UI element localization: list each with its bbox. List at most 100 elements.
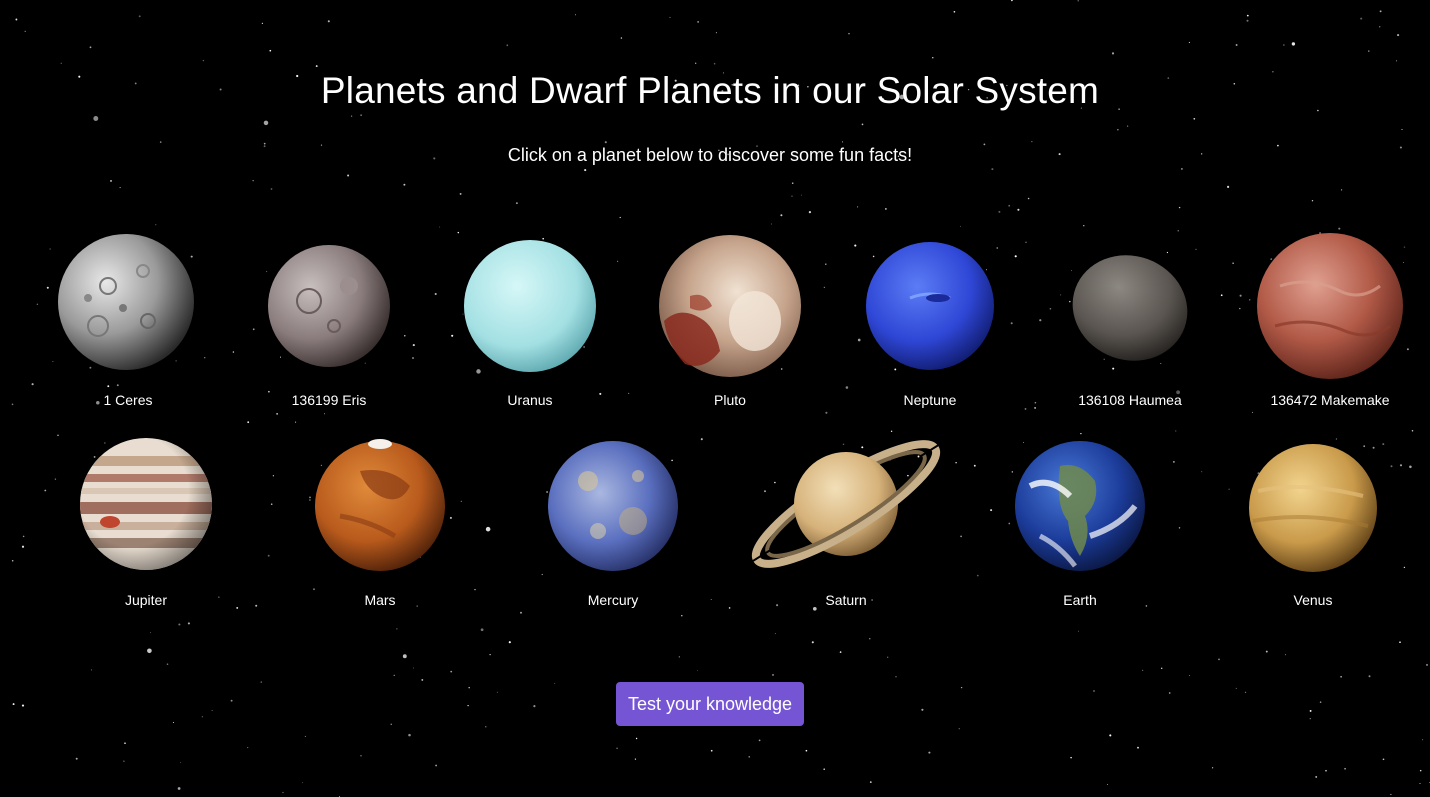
star <box>1025 241 1027 244</box>
star <box>1227 185 1230 188</box>
neptune-image <box>850 226 1010 386</box>
star <box>800 194 803 196</box>
planet-label: Mars <box>364 592 396 608</box>
star <box>697 21 699 23</box>
page-subtitle: Click on a planet below to discover some… <box>507 145 913 165</box>
star <box>460 500 462 502</box>
star <box>1077 0 1079 2</box>
star <box>11 403 14 406</box>
star <box>1008 204 1011 207</box>
star <box>402 654 407 659</box>
star <box>728 607 731 609</box>
star <box>36 303 39 306</box>
star <box>1401 128 1403 131</box>
star <box>841 141 844 143</box>
star <box>895 676 897 678</box>
star <box>468 686 470 689</box>
star <box>413 667 414 669</box>
star <box>60 62 62 64</box>
star <box>791 182 794 184</box>
star <box>584 169 587 172</box>
star <box>1368 675 1371 678</box>
star <box>31 383 34 386</box>
star <box>1252 411 1254 413</box>
star <box>811 641 814 644</box>
star <box>825 263 827 265</box>
star <box>1244 691 1247 694</box>
star <box>960 686 963 689</box>
star <box>450 670 453 673</box>
makemake-image <box>1250 226 1410 386</box>
star <box>489 653 491 656</box>
star <box>1228 488 1230 490</box>
star <box>932 57 934 59</box>
star <box>515 202 518 205</box>
star <box>211 710 213 712</box>
star <box>187 622 190 625</box>
star <box>435 764 437 767</box>
star <box>350 115 353 117</box>
star <box>748 756 750 758</box>
star <box>247 421 250 424</box>
page: Planets and Dwarf Planets in our Solar S… <box>0 0 1430 797</box>
star <box>295 421 297 423</box>
star <box>805 749 808 752</box>
star <box>1180 167 1183 170</box>
star <box>54 478 57 480</box>
star <box>770 223 772 225</box>
star <box>887 656 889 658</box>
star <box>869 638 871 640</box>
star <box>1027 197 1030 200</box>
star <box>1285 654 1287 656</box>
star <box>1239 307 1241 310</box>
star <box>396 628 398 630</box>
star <box>180 762 182 764</box>
star <box>282 791 284 794</box>
star <box>1399 641 1401 644</box>
star <box>230 699 233 702</box>
star <box>252 180 254 182</box>
star <box>678 656 680 658</box>
star <box>839 651 842 653</box>
star <box>1031 141 1033 143</box>
star <box>21 545 25 548</box>
star <box>823 286 826 289</box>
star <box>1319 701 1322 703</box>
star <box>75 757 78 760</box>
star <box>412 344 415 347</box>
star <box>604 141 607 144</box>
star <box>973 464 976 467</box>
star <box>57 434 59 436</box>
star <box>991 168 994 171</box>
star <box>110 179 112 182</box>
star <box>201 716 203 718</box>
saturn-image <box>751 426 941 586</box>
pluto-image <box>650 226 810 386</box>
star <box>1117 129 1119 131</box>
star <box>1368 50 1370 52</box>
star <box>1235 687 1237 689</box>
mars-image <box>300 426 460 586</box>
star <box>439 226 441 228</box>
star <box>260 681 262 683</box>
star <box>1409 465 1412 469</box>
star <box>263 120 269 126</box>
star <box>1168 692 1171 694</box>
star <box>823 768 826 771</box>
star <box>1390 793 1392 795</box>
test-your-knowledge-button[interactable]: Test your knowledge <box>616 682 804 726</box>
star <box>1360 17 1363 20</box>
planet-label: Venus <box>1293 592 1333 608</box>
star <box>159 141 162 143</box>
star <box>1106 783 1108 785</box>
star <box>302 782 303 784</box>
star <box>1201 471 1203 473</box>
star <box>1235 44 1238 46</box>
star <box>1070 756 1072 759</box>
star <box>1341 189 1343 191</box>
star <box>619 216 621 219</box>
star <box>327 20 330 23</box>
star <box>928 751 931 754</box>
star <box>1193 117 1196 120</box>
star <box>758 739 761 742</box>
